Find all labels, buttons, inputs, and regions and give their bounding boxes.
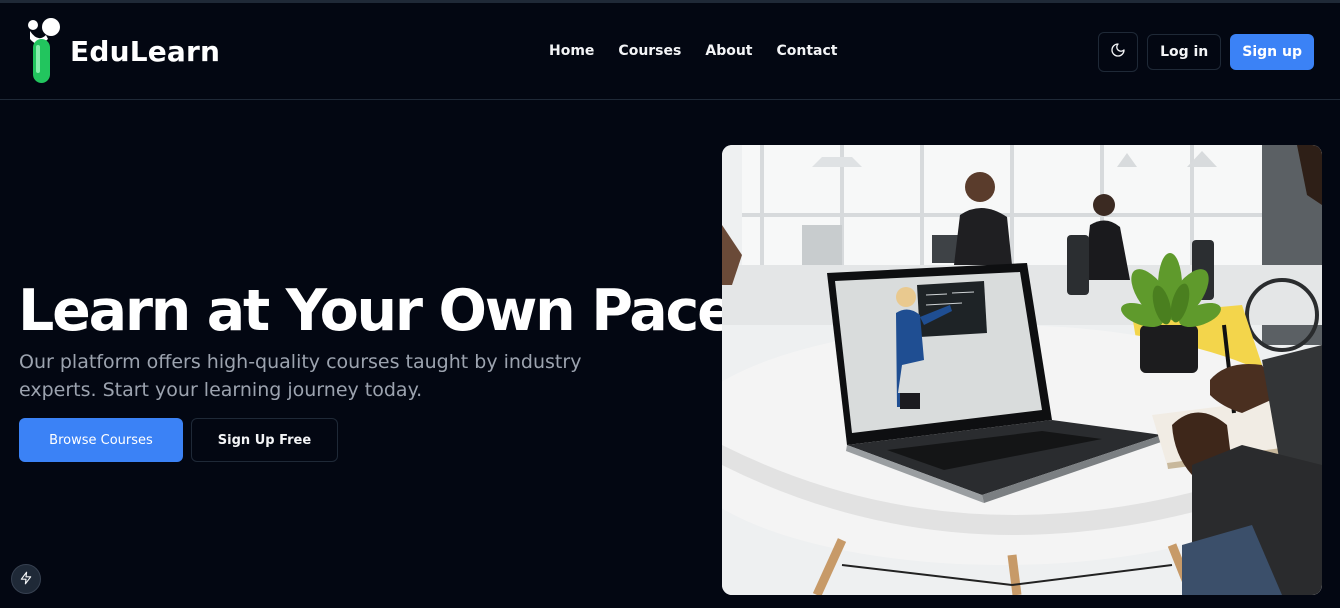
hero-title: Learn at Your Own Pace (18, 278, 736, 344)
nav-contact[interactable]: Contact (777, 43, 838, 59)
signup-free-button[interactable]: Sign Up Free (191, 418, 338, 462)
site-header: EduLearn Home Courses About Contact Log … (0, 3, 1340, 100)
brand-name: EduLearn (70, 34, 221, 68)
nav-about[interactable]: About (705, 43, 752, 59)
hero-cta-group: Browse Courses Sign Up Free (19, 418, 338, 462)
nav-home[interactable]: Home (549, 43, 594, 59)
header-actions: Log in Sign up (1098, 32, 1314, 72)
signup-button[interactable]: Sign up (1230, 34, 1314, 70)
theme-toggle-button[interactable] (1098, 32, 1139, 72)
main-nav: Home Courses About Contact (549, 43, 838, 59)
hero-image (722, 145, 1322, 595)
brand-logo[interactable]: EduLearn (24, 17, 220, 85)
moon-icon (1110, 42, 1126, 62)
hero-subtitle: Our platform offers high-quality courses… (19, 351, 582, 401)
bolt-icon (19, 570, 33, 589)
devtools-button[interactable] (11, 564, 41, 594)
flask-icon (24, 17, 62, 85)
nav-courses[interactable]: Courses (618, 43, 681, 59)
browse-courses-button[interactable]: Browse Courses (19, 418, 183, 462)
login-button[interactable]: Log in (1147, 34, 1222, 70)
